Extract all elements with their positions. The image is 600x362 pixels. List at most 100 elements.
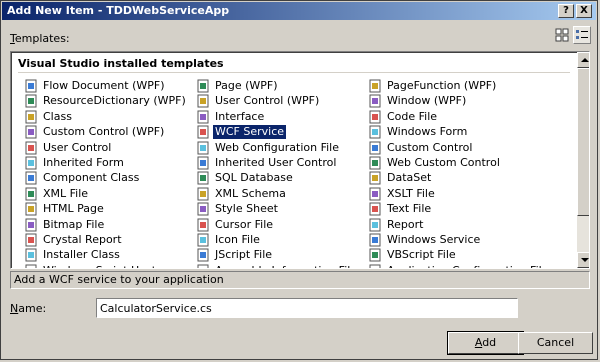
scroll-down-button[interactable] bbox=[577, 252, 589, 268]
template-item-label: VBScript File bbox=[387, 248, 456, 261]
title-bar[interactable]: Add New Item - TDDWebServiceApp ? X bbox=[2, 2, 596, 20]
text-file-icon bbox=[368, 202, 384, 216]
template-item-label: Text File bbox=[387, 202, 432, 215]
close-button[interactable]: X bbox=[576, 4, 592, 18]
wpf-pagefunction-icon bbox=[368, 79, 384, 93]
component-icon bbox=[24, 171, 40, 185]
add-new-item-dialog: Add New Item - TDDWebServiceApp ? X Temp… bbox=[0, 0, 598, 360]
add-button[interactable]: Add bbox=[447, 331, 524, 355]
custom-control-icon bbox=[368, 141, 384, 155]
template-item-label: Flow Document (WPF) bbox=[43, 79, 165, 92]
template-item-label: Report bbox=[387, 218, 424, 231]
template-item-label: Component Class bbox=[43, 171, 140, 184]
web-config-icon bbox=[196, 141, 212, 155]
inherited-control-icon bbox=[196, 156, 212, 170]
template-item-label: Custom Control (WPF) bbox=[43, 125, 165, 138]
cancel-button[interactable]: Cancel bbox=[518, 332, 593, 354]
installer-icon bbox=[24, 248, 40, 262]
template-item-label: Class bbox=[43, 110, 72, 123]
name-input[interactable] bbox=[96, 298, 518, 318]
template-item-label: Windows Script Host bbox=[41, 264, 158, 268]
templates-list[interactable]: Visual Studio installed templates Flow D… bbox=[10, 51, 590, 269]
template-item-label: Cursor File bbox=[215, 218, 274, 231]
html-page-icon bbox=[24, 202, 40, 216]
template-item-label: Page (WPF) bbox=[215, 79, 278, 92]
scroll-thumb[interactable] bbox=[577, 68, 589, 216]
template-description: Add a WCF service to your application bbox=[10, 271, 590, 289]
script-host-icon bbox=[24, 264, 40, 268]
template-item-label: Icon File bbox=[215, 233, 260, 246]
cursor-icon bbox=[196, 218, 212, 232]
name-label: Name: bbox=[10, 302, 47, 315]
template-item-label: XSLT File bbox=[387, 187, 435, 200]
template-item-label: Web Custom Control bbox=[387, 156, 500, 169]
app-config-icon bbox=[368, 264, 384, 268]
bitmap-icon bbox=[24, 218, 40, 232]
vbscript-icon bbox=[368, 248, 384, 262]
group-header: Visual Studio installed templates bbox=[18, 57, 224, 70]
template-item-label: Application Configuration File bbox=[385, 264, 550, 268]
xml-file-icon bbox=[24, 187, 40, 201]
arrow-down-icon bbox=[581, 258, 589, 262]
template-item-label: Style Sheet bbox=[215, 202, 278, 215]
template-item-label: ResourceDictionary (WPF) bbox=[43, 94, 186, 107]
vertical-scrollbar[interactable] bbox=[577, 52, 589, 268]
template-item-label: JScript File bbox=[215, 248, 273, 261]
web-custom-control-icon bbox=[368, 156, 384, 170]
style-sheet-icon bbox=[196, 202, 212, 216]
help-button[interactable]: ? bbox=[558, 4, 574, 18]
inherited-form-icon bbox=[24, 156, 40, 170]
template-item-label: Web Configuration File bbox=[215, 141, 339, 154]
xslt-icon bbox=[368, 187, 384, 201]
templates-label: Templates: bbox=[10, 32, 70, 45]
template-item-label: Windows Service bbox=[387, 233, 481, 246]
template-item-label: Inherited Form bbox=[43, 156, 124, 169]
template-item-label: Custom Control bbox=[387, 141, 473, 154]
template-item-label: Inherited User Control bbox=[215, 156, 337, 169]
template-item-label: Code File bbox=[387, 110, 438, 123]
windows-form-icon bbox=[368, 125, 384, 139]
interface-icon bbox=[196, 110, 212, 124]
large-icons-icon bbox=[555, 28, 569, 42]
wpf-document-icon bbox=[24, 79, 40, 93]
group-divider bbox=[18, 72, 570, 73]
windows-service-icon bbox=[368, 233, 384, 247]
small-icons-view-button[interactable] bbox=[573, 26, 591, 44]
template-item-label: Interface bbox=[215, 110, 265, 123]
templates-list-content: Visual Studio installed templates Flow D… bbox=[11, 52, 577, 268]
large-icons-view-button[interactable] bbox=[553, 26, 571, 44]
small-icons-icon bbox=[576, 30, 588, 39]
assembly-info-icon bbox=[196, 264, 212, 268]
icon-file-icon bbox=[196, 233, 212, 247]
template-item-label: Assembly Information File bbox=[213, 264, 359, 268]
code-file-icon bbox=[368, 110, 384, 124]
user-control-icon bbox=[24, 141, 40, 155]
template-item-label: Crystal Report bbox=[43, 233, 122, 246]
template-item-label: WCF Service bbox=[211, 124, 288, 140]
arrow-up-icon bbox=[581, 58, 589, 62]
wcf-service-icon bbox=[196, 125, 212, 139]
template-item-label: User Control (WPF) bbox=[215, 94, 320, 107]
class-icon bbox=[24, 110, 40, 124]
template-item-label: Bitmap File bbox=[43, 218, 105, 231]
wpf-control-icon bbox=[24, 125, 40, 139]
template-item-label: User Control bbox=[43, 141, 112, 154]
wpf-resource-icon bbox=[24, 94, 40, 108]
template-item-label: Windows Form bbox=[387, 125, 468, 138]
dataset-icon bbox=[368, 171, 384, 185]
template-item-label: DataSet bbox=[387, 171, 432, 184]
template-item-label: Window (WPF) bbox=[387, 94, 467, 107]
template-item-label: XML Schema bbox=[215, 187, 286, 200]
xml-schema-icon bbox=[196, 187, 212, 201]
scroll-up-button[interactable] bbox=[577, 52, 589, 68]
window-title: Add New Item - TDDWebServiceApp bbox=[7, 4, 230, 17]
jscript-icon bbox=[196, 248, 212, 262]
report-icon bbox=[368, 218, 384, 232]
wpf-window-icon bbox=[368, 94, 384, 108]
template-item-label: Installer Class bbox=[43, 248, 120, 261]
template-item-label: XML File bbox=[43, 187, 89, 200]
wpf-user-control-icon bbox=[196, 94, 212, 108]
template-item-label: PageFunction (WPF) bbox=[387, 79, 497, 92]
template-item-label: SQL Database bbox=[215, 171, 293, 184]
template-item-label: HTML Page bbox=[43, 202, 104, 215]
